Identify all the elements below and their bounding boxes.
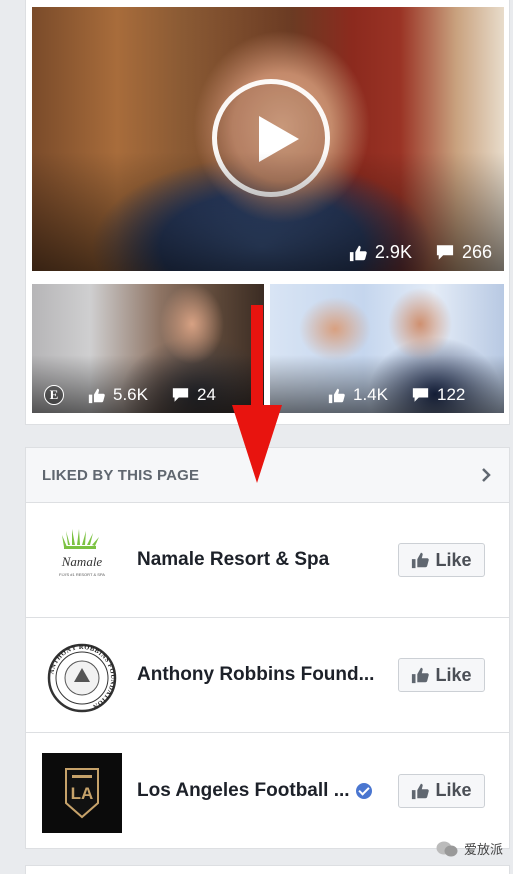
watermark: 爱放派 (436, 839, 503, 858)
svg-text:Namale: Namale (61, 554, 103, 569)
red-arrow-annotation (232, 305, 282, 483)
thumbs-up-icon (412, 783, 430, 799)
like-button-label: Like (435, 664, 472, 685)
thumbs-up-icon (412, 667, 430, 684)
watermark-text: 爱放派 (463, 842, 503, 857)
page-name-text[interactable]: Los Angeles Football ... (137, 780, 350, 802)
page-name[interactable]: Los Angeles Football ... (137, 780, 372, 802)
liked-page-row: Namale FIJI'S #1 RESORT & SPA Namale Res… (26, 503, 509, 618)
right-video-comments: 122 (436, 385, 466, 404)
left-video-comments: 24 (196, 385, 216, 404)
thumbs-up-icon (88, 387, 105, 404)
foundation-seal-logo[interactable]: ANTHONY ROBBINS FOUNDATION (42, 638, 122, 718)
liked-page-row: LA Los Angeles Football ... Like (26, 733, 509, 848)
left-video-stats: 5.6K 24 (88, 385, 216, 405)
verified-badge-icon (355, 782, 372, 799)
like-button[interactable]: Like (398, 543, 485, 577)
channel-badge: E (44, 385, 64, 405)
chat-bubble-icon (436, 841, 458, 856)
page-name[interactable]: Namale Resort & Spa (137, 549, 329, 571)
page-name-text[interactable]: Anthony Robbins Found... (137, 664, 374, 686)
page-name-text[interactable]: Namale Resort & Spa (137, 549, 329, 571)
like-button[interactable]: Like (398, 773, 485, 808)
like-button-label: Like (435, 780, 472, 800)
video-thumbnail-right[interactable]: 1.4K 122 (270, 284, 504, 413)
thumbs-up-icon (328, 387, 345, 404)
main-video-likes: 2.9K (374, 242, 412, 262)
main-video-thumbnail[interactable]: 2.9K 266 (32, 7, 504, 271)
right-video-stats: 1.4K 122 (328, 385, 465, 405)
main-video-comments: 266 (461, 242, 492, 262)
like-button[interactable]: Like (398, 658, 485, 692)
video-thumbnail-left[interactable]: E 5.6K 24 (32, 284, 264, 413)
page-name[interactable]: Anthony Robbins Found... (137, 664, 374, 686)
main-video-stats: 2.9K 266 (349, 242, 492, 263)
comment-icon (412, 387, 429, 403)
thumbs-up-icon (412, 552, 430, 569)
right-video-likes: 1.4K (353, 385, 388, 404)
chevron-right-icon[interactable] (479, 468, 493, 482)
namale-logo[interactable]: Namale FIJI'S #1 RESORT & SPA (42, 523, 122, 603)
like-button-label: Like (435, 549, 472, 570)
next-card-edge (25, 865, 510, 874)
svg-text:LA: LA (71, 784, 94, 803)
comment-icon (436, 244, 454, 261)
comment-icon (172, 387, 189, 403)
lafc-logo[interactable]: LA (42, 753, 122, 833)
liked-by-page-card: LIKED BY THIS PAGE Namale FIJI'S #1 RESO… (25, 447, 510, 849)
liked-page-row: ANTHONY ROBBINS FOUNDATION Anthony Robbi… (26, 618, 509, 733)
thumbs-up-icon (349, 244, 367, 262)
section-title: LIKED BY THIS PAGE (42, 466, 200, 484)
svg-text:FIJI'S #1 RESORT & SPA: FIJI'S #1 RESORT & SPA (59, 572, 105, 577)
left-video-likes: 5.6K (113, 385, 148, 404)
